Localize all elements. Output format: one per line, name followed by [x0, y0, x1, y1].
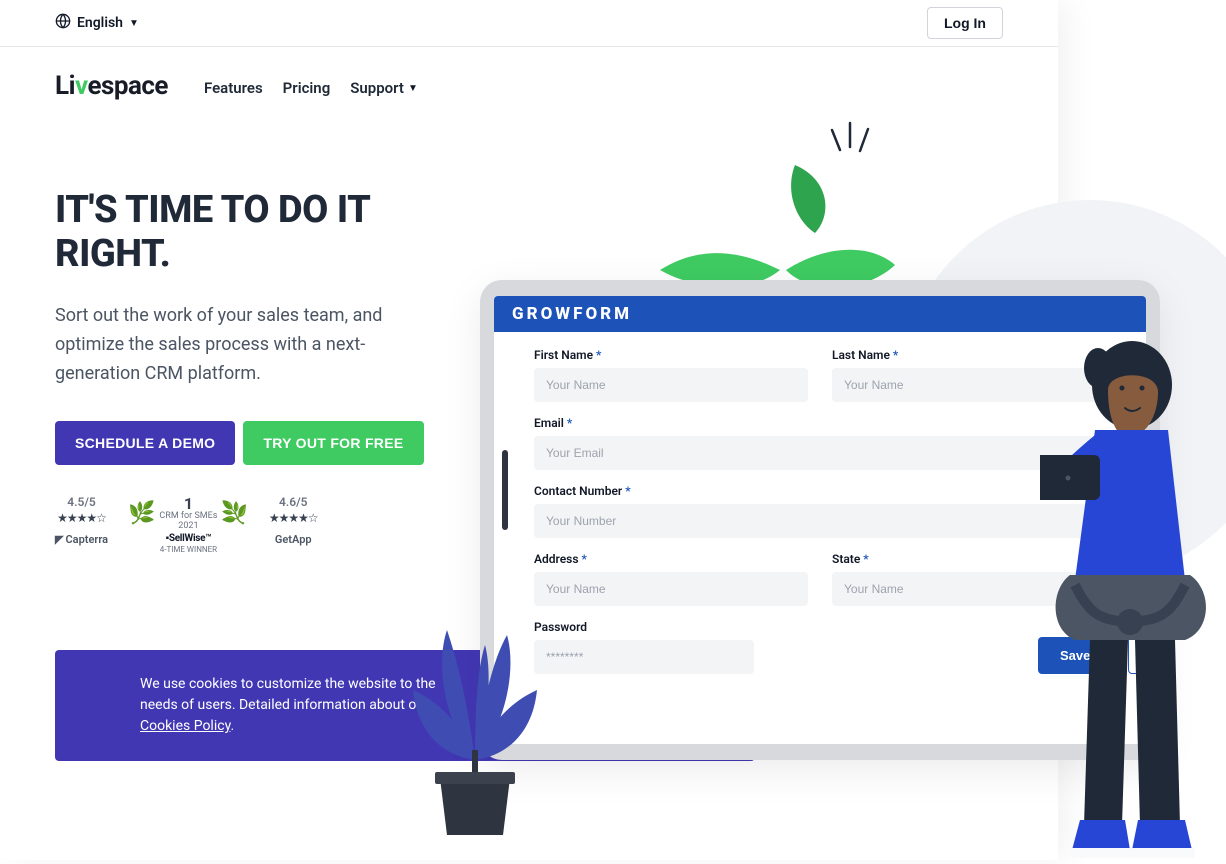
hero-title: IT'S TIME TO DO IT RIGHT. — [55, 189, 430, 276]
nav-support[interactable]: Support ▼ — [350, 79, 418, 97]
chevron-down-icon: ▼ — [129, 18, 139, 29]
contact-number-label: Contact Number * — [534, 484, 1106, 498]
stars-icon: ★★★★☆ — [57, 511, 106, 525]
try-free-button[interactable]: TRY OUT FOR FREE — [243, 421, 423, 465]
nav-features[interactable]: Features — [204, 79, 263, 97]
first-name-label: First Name * — [534, 348, 808, 362]
laurel-left-icon: 🌿 — [128, 501, 155, 526]
password-input[interactable] — [534, 640, 754, 674]
language-selector[interactable]: English ▼ — [55, 13, 139, 33]
cookies-policy-link[interactable]: Cookies Policy — [140, 718, 230, 734]
stars-icon: ★★★★☆ — [269, 511, 318, 525]
address-input[interactable] — [534, 572, 808, 606]
logo[interactable]: Livespace — [55, 71, 168, 101]
form-brand: GROWFORM — [494, 296, 1146, 332]
award-badge: 🌿 1 CRM for SMEs 2021 🌿 ▪SellWise™ 4-TIM… — [128, 495, 249, 554]
sprout-illustration — [640, 115, 900, 299]
hero-subtitle: Sort out the work of your sales team, an… — [55, 302, 425, 388]
person-illustration — [1040, 330, 1220, 864]
nav-pricing[interactable]: Pricing — [283, 79, 331, 97]
login-button[interactable]: Log In — [927, 7, 1003, 39]
tablet-side-button — [502, 450, 508, 530]
capterra-logo-icon: ◤ — [55, 533, 63, 546]
globe-icon — [55, 13, 71, 33]
first-name-input[interactable] — [534, 368, 808, 402]
language-label: English — [77, 15, 123, 31]
email-input[interactable] — [534, 436, 1106, 470]
password-label: Password — [534, 620, 754, 634]
laurel-right-icon: 🌿 — [221, 501, 248, 526]
chevron-down-icon: ▼ — [408, 83, 418, 94]
ratings-badges: 4.5/5 ★★★★☆ ◤ Capterra 🌿 1 CRM for SMEs … — [55, 495, 430, 554]
contact-number-input[interactable] — [534, 504, 1106, 538]
getapp-badge: 4.6/5 ★★★★☆ GetApp — [269, 495, 318, 546]
plant-illustration — [385, 600, 565, 864]
capterra-badge: 4.5/5 ★★★★☆ ◤ Capterra — [55, 495, 108, 546]
address-label: Address * — [534, 552, 808, 566]
email-label: Email * — [534, 416, 1106, 430]
schedule-demo-button[interactable]: SCHEDULE A DEMO — [55, 421, 235, 465]
